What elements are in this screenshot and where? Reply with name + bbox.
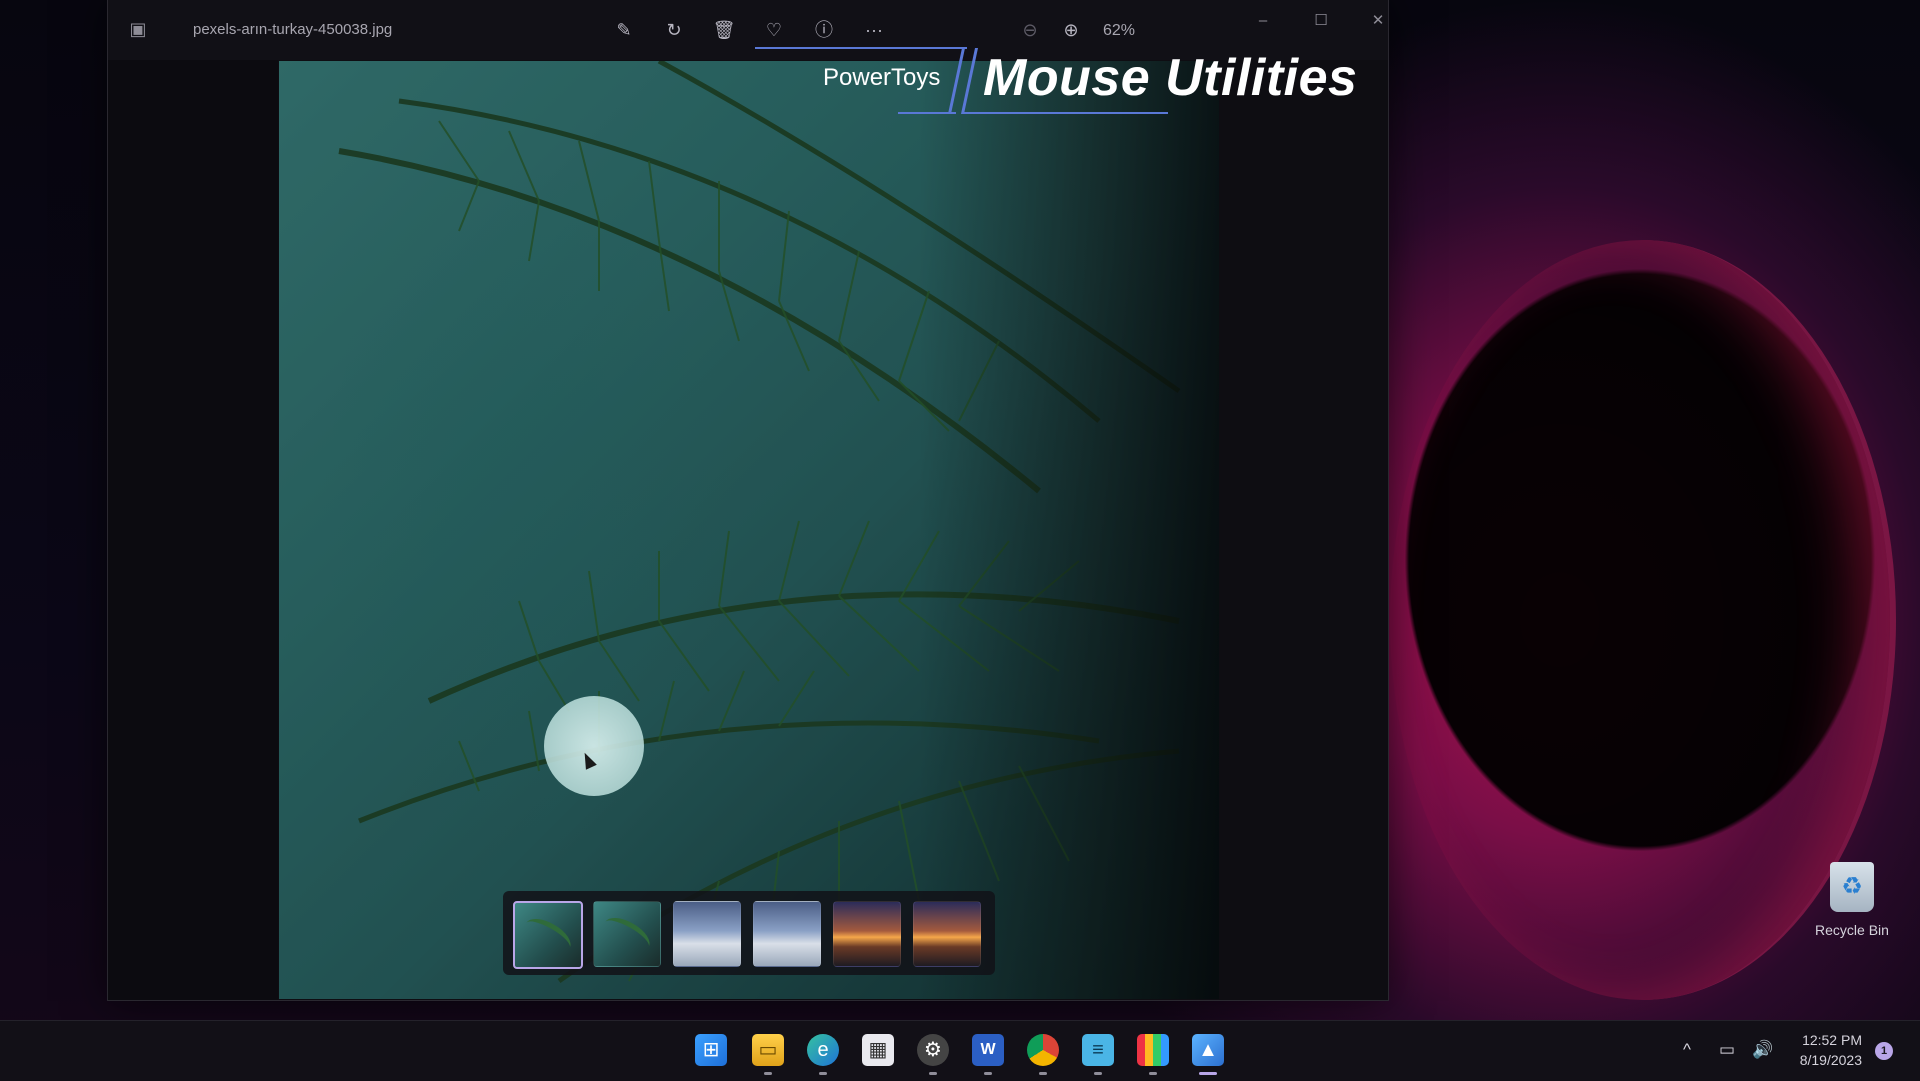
accent-line: [755, 47, 967, 49]
show-hidden-icons-icon[interactable]: ^: [1683, 1040, 1691, 1060]
volume-icon[interactable]: 🔊: [1752, 1040, 1773, 1060]
left-gutter: [108, 60, 278, 1000]
running-indicator: [984, 1072, 992, 1075]
settings-icon[interactable]: ⚙: [917, 1034, 949, 1066]
zoom-in-icon[interactable]: ⊕: [1058, 17, 1084, 43]
thumbnail-1[interactable]: [513, 901, 583, 969]
mouse-highlighter-spotlight: [544, 696, 644, 796]
running-indicator: [1039, 1072, 1047, 1075]
rotate-icon[interactable]: ↻: [661, 17, 687, 43]
more-icon[interactable]: ···: [861, 17, 887, 43]
favorite-icon[interactable]: ♡: [761, 17, 787, 43]
minimize-button[interactable]: –: [1243, 8, 1283, 34]
clock-date[interactable]: 8/19/2023: [1790, 1052, 1862, 1068]
filmstrip: [503, 891, 995, 975]
photos-app-icon: ▣: [129, 19, 147, 39]
thumbnail-5[interactable]: [833, 901, 901, 967]
recycle-bin-label: Recycle Bin: [1815, 922, 1889, 938]
start-icon[interactable]: ⊞: [695, 1034, 727, 1066]
running-indicator: [929, 1072, 937, 1075]
edge-icon[interactable]: e: [807, 1034, 839, 1066]
notification-badge[interactable]: 1: [1875, 1042, 1893, 1060]
thumbnail-6[interactable]: [913, 901, 981, 967]
running-indicator: [1094, 1072, 1102, 1075]
clock-time[interactable]: 12:52 PM: [1798, 1032, 1862, 1048]
overlay-brand: PowerToys: [823, 64, 941, 91]
edit-icon[interactable]: ✎: [611, 17, 637, 43]
photo-canvas[interactable]: [279, 61, 1219, 999]
zoom-out-icon[interactable]: ⊖: [1017, 17, 1043, 43]
recycle-bin[interactable]: Recycle Bin: [1812, 862, 1892, 948]
running-indicator: [1149, 1072, 1157, 1075]
thumbnail-3[interactable]: [673, 901, 741, 967]
photo-dim-overlay: [279, 61, 1219, 999]
word-icon[interactable]: W: [972, 1034, 1004, 1066]
recycle-bin-icon: [1830, 862, 1874, 912]
delete-icon[interactable]: 🗑: [711, 17, 737, 43]
running-indicator: [819, 1072, 827, 1075]
powertoys-icon[interactable]: [1137, 1034, 1169, 1066]
file-name: pexels-arın-turkay-450038.jpg: [193, 21, 393, 38]
store-icon[interactable]: ▦: [862, 1034, 894, 1066]
overlay-title: Mouse Utilities: [983, 49, 1358, 107]
maximize-button[interactable]: ☐: [1301, 8, 1341, 34]
info-icon[interactable]: ⓘ: [811, 17, 837, 43]
close-button[interactable]: ✕: [1358, 8, 1398, 34]
photos-window: ▣ pexels-arın-turkay-450038.jpg ✎ ↻ 🗑 ♡ …: [107, 0, 1389, 1001]
photos-icon[interactable]: ▲: [1192, 1034, 1224, 1066]
chrome-icon[interactable]: [1027, 1034, 1059, 1066]
thumbnail-2[interactable]: [593, 901, 661, 967]
zoom-level[interactable]: 62%: [1103, 22, 1135, 40]
notepad-icon[interactable]: ≡: [1082, 1034, 1114, 1066]
network-icon[interactable]: ▭: [1719, 1040, 1735, 1060]
active-indicator: [1199, 1072, 1217, 1075]
accent-line: [962, 112, 1168, 114]
taskbar: [0, 1020, 1920, 1081]
file-explorer-icon[interactable]: ▭: [752, 1034, 784, 1066]
thumbnail-4[interactable]: [753, 901, 821, 967]
running-indicator: [764, 1072, 772, 1075]
